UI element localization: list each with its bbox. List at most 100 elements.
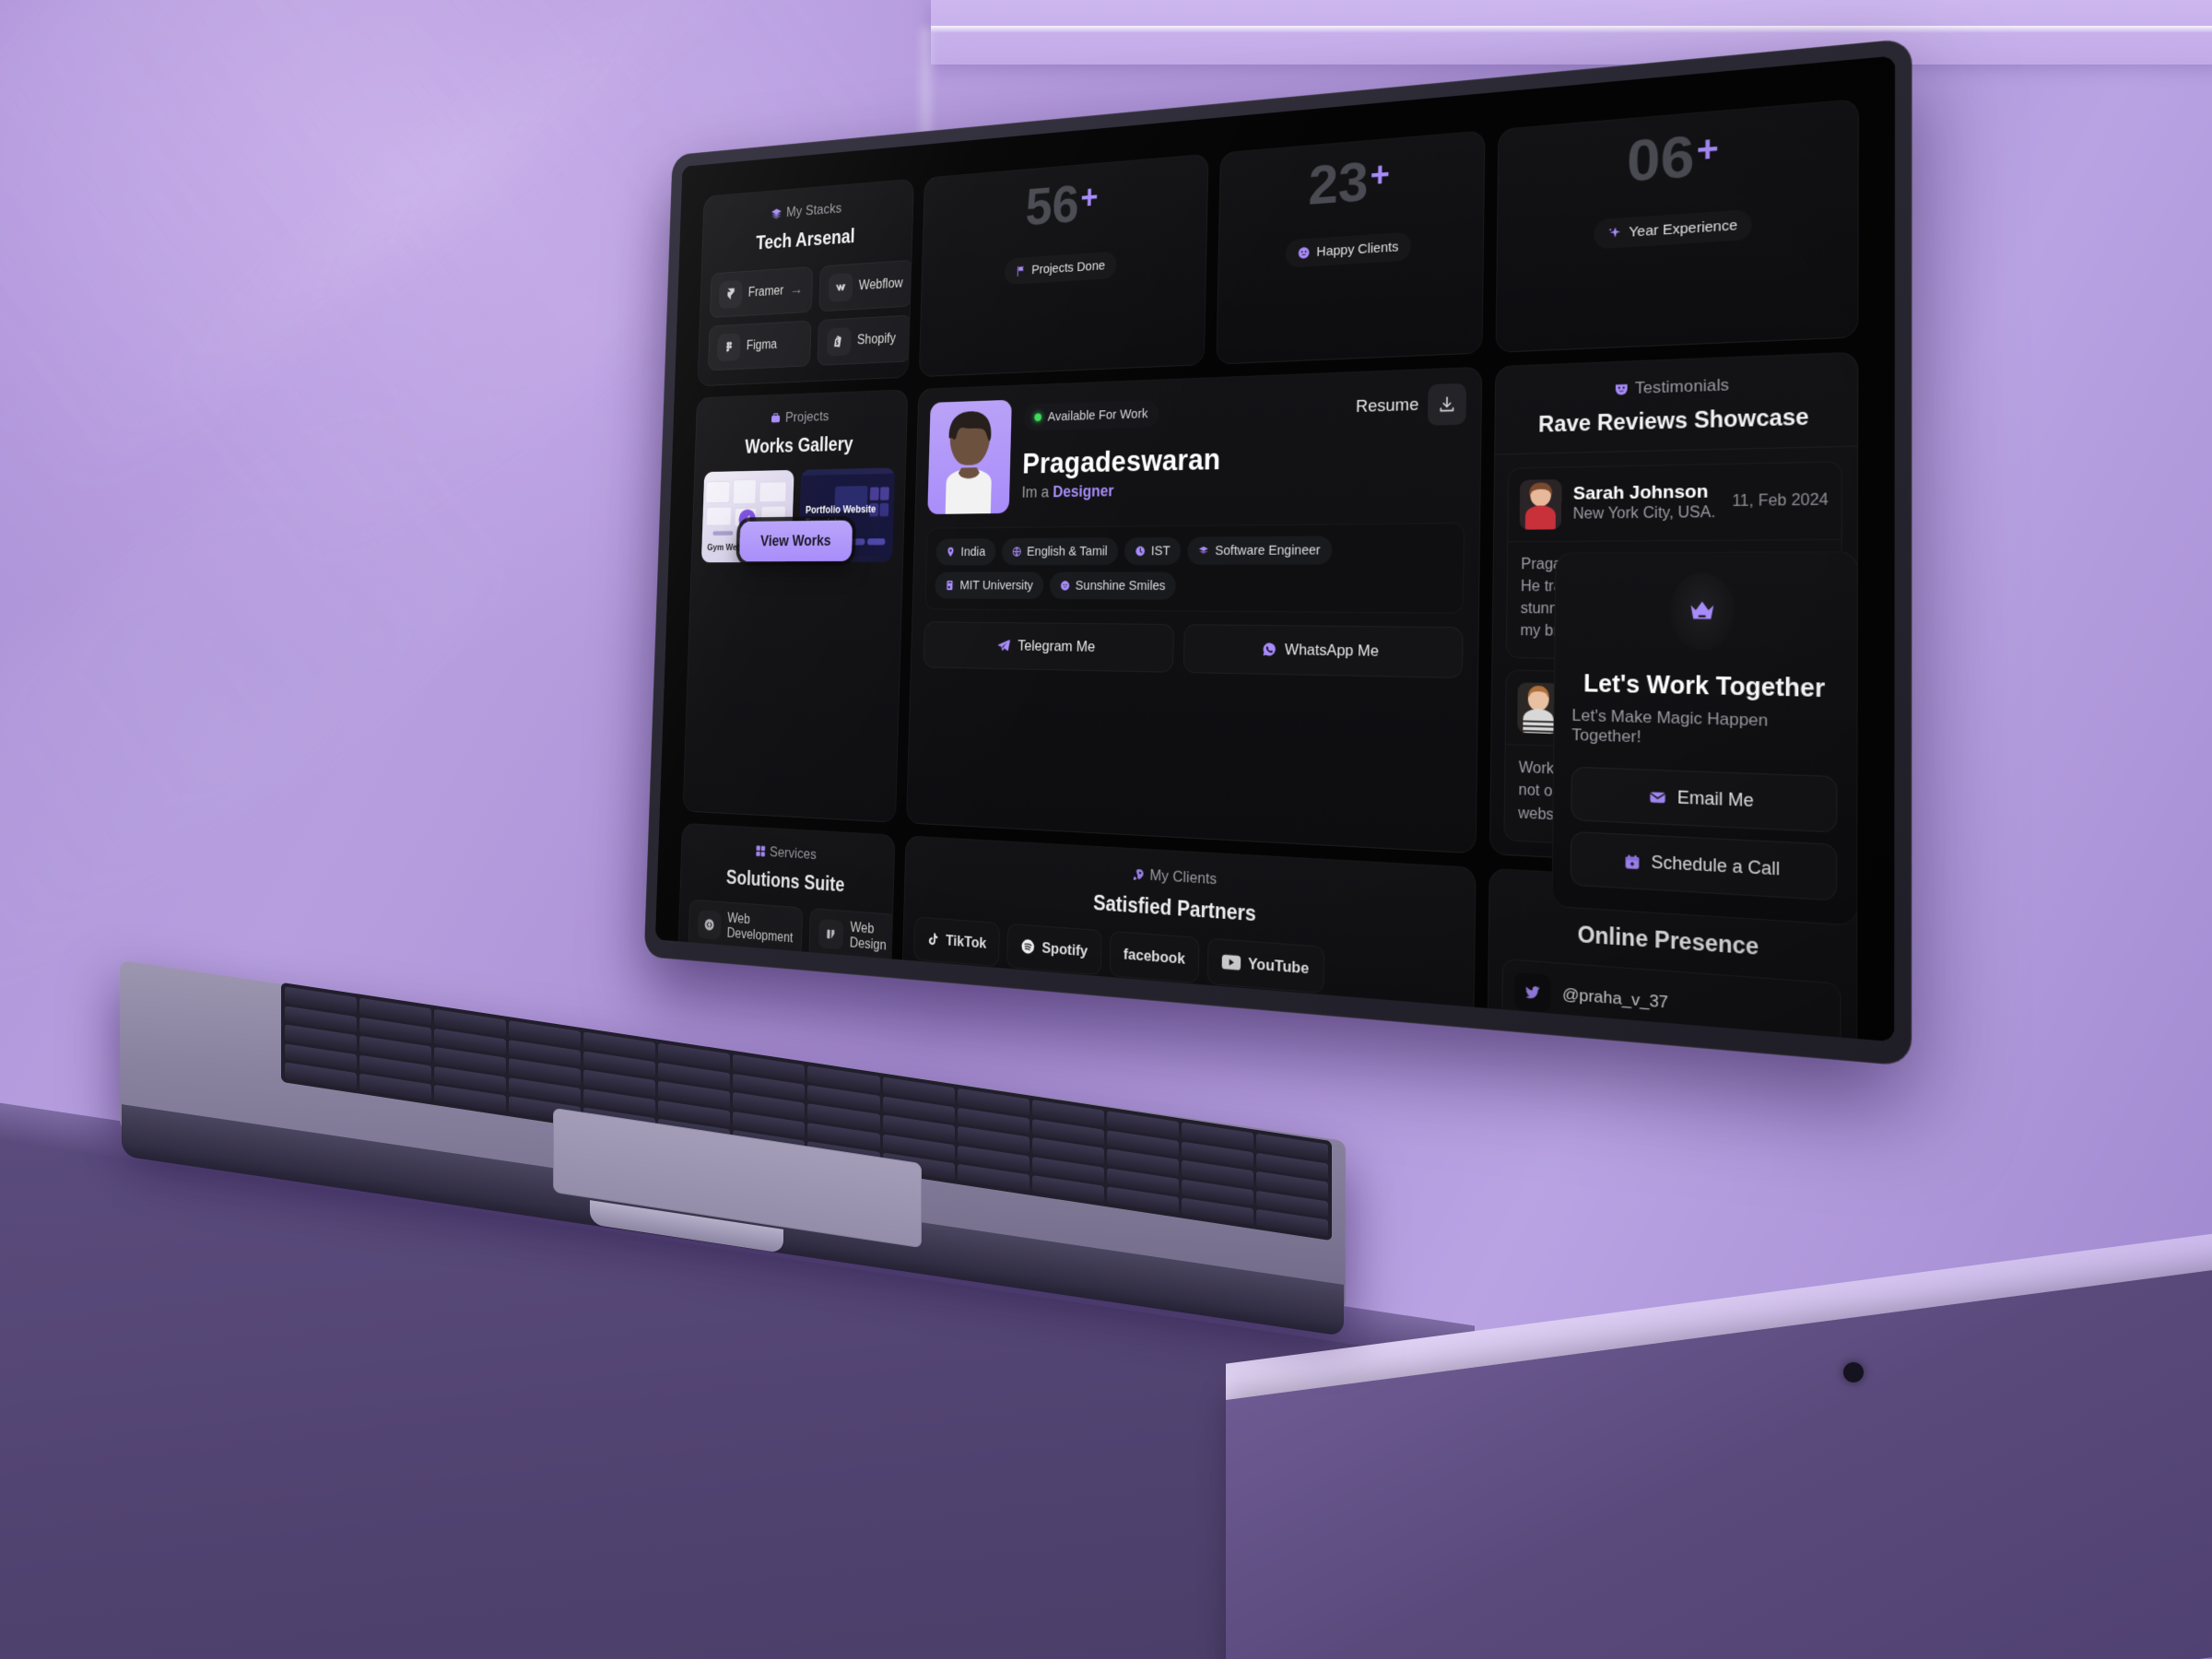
stack-item-webflow[interactable]: Webflow bbox=[818, 259, 913, 312]
twitter-icon bbox=[1513, 972, 1551, 1013]
clients-eyebrow-label: My Clients bbox=[1149, 865, 1218, 888]
profile-tag-india: India bbox=[935, 537, 996, 565]
projects-card: Projects Works Gallery Gym Portfolio Web… bbox=[682, 388, 909, 823]
schedule-call-button[interactable]: Schedule a Call bbox=[1570, 830, 1838, 901]
client-label: TikTok bbox=[945, 931, 987, 952]
profile-contact-buttons: Telegram Me WhatsApp Me bbox=[923, 620, 1464, 678]
profile-tagline: Im a Designer bbox=[1021, 475, 1465, 501]
testimonial-header: Sarah Johnson New York City, USA. 11, Fe… bbox=[1508, 462, 1841, 541]
tagline-prefix: Im a bbox=[1021, 482, 1053, 501]
cta-buttons: Email Me Schedule a Call bbox=[1570, 766, 1838, 901]
screen-bezel: My Stacks Tech Arsenal Framer → Webflow … bbox=[654, 55, 1896, 1042]
portfolio-page: My Stacks Tech Arsenal Framer → Webflow … bbox=[654, 55, 1896, 1042]
stack-item-label: Framer bbox=[747, 283, 784, 300]
social-handle: @praha_v_37 bbox=[1562, 984, 1669, 1013]
profile-tag-university: MIT University bbox=[935, 571, 1044, 599]
stat-year-experience: 06 + Year Experience bbox=[1498, 100, 1858, 270]
service-item-partial-2[interactable]: ent bbox=[766, 962, 842, 1004]
contact-button-label: WhatsApp Me bbox=[1284, 640, 1380, 660]
grid-squares-icon bbox=[755, 845, 766, 858]
view-works-button[interactable]: View Works bbox=[739, 520, 853, 561]
stack-item-figma[interactable]: Figma bbox=[708, 320, 812, 371]
client-instagram[interactable]: Instagram bbox=[1033, 978, 1148, 1034]
cta-subtitle: Let's Make Magic Happen Together! bbox=[1571, 705, 1769, 747]
profile-card: Available For Work Resume Pragadeswaran … bbox=[906, 366, 1483, 854]
blocks-icon bbox=[818, 919, 844, 950]
service-item-web-design[interactable]: Web Design bbox=[808, 908, 896, 965]
briefcase-icon bbox=[770, 411, 781, 425]
testimonials-eyebrow: Testimonials bbox=[1613, 375, 1729, 398]
youtube-icon bbox=[1222, 954, 1241, 971]
client-snapchat[interactable]: Snapchat bbox=[1155, 988, 1271, 1042]
crown-icon bbox=[1669, 572, 1735, 652]
client-label: Discord bbox=[963, 985, 1014, 1007]
client-label: Snapchat bbox=[1190, 1006, 1256, 1030]
sparkle-star-icon bbox=[1607, 226, 1622, 241]
stack-item-shopify[interactable]: Shopify bbox=[817, 314, 912, 366]
globe-icon bbox=[1011, 546, 1021, 557]
resume-group[interactable]: Resume bbox=[1356, 382, 1467, 427]
client-facebook[interactable]: facebook bbox=[1109, 930, 1200, 983]
stat-label-chip: Year Experience bbox=[1594, 209, 1752, 250]
stack-item-label: Figma bbox=[746, 336, 778, 353]
profile-tag-label: IST bbox=[1150, 543, 1171, 559]
download-icon[interactable] bbox=[1427, 382, 1467, 426]
profile-tag-label: Software Engineer bbox=[1215, 542, 1321, 559]
service-item-bolt[interactable] bbox=[848, 969, 881, 1007]
avatar bbox=[1519, 478, 1562, 530]
cta-title: Let's Work Together bbox=[1583, 670, 1826, 703]
flag-icon bbox=[1016, 265, 1027, 277]
stat-label: Projects Done bbox=[1031, 258, 1106, 277]
discord-icon bbox=[942, 986, 958, 1002]
stat-plus: + bbox=[1079, 179, 1099, 218]
testimonials-eyebrow-label: Testimonials bbox=[1634, 374, 1730, 397]
view-all-services-button[interactable]: View All Services bbox=[708, 972, 856, 1029]
avatar bbox=[927, 399, 1012, 514]
stat-value: 56 bbox=[1024, 173, 1080, 238]
stat-number: 23 + bbox=[1308, 150, 1391, 218]
testimonial-location: New York City, USA. bbox=[1572, 504, 1716, 523]
tech-arsenal-eyebrow-label: My Stacks bbox=[785, 200, 842, 220]
testimonials-header: Testimonials Rave Reviews Showcase bbox=[1495, 352, 1857, 453]
stack-item-framer[interactable]: Framer → bbox=[709, 265, 813, 318]
stack-item-label: Webflow bbox=[858, 276, 903, 293]
stat-label-chip: Projects Done bbox=[1004, 251, 1117, 286]
testimonial-name: Sarah Johnson bbox=[1572, 481, 1709, 505]
service-item-partial-1[interactable]: lopment bbox=[686, 955, 760, 996]
whatsapp-button[interactable]: WhatsApp Me bbox=[1182, 623, 1464, 678]
profile-tag-label: MIT University bbox=[959, 577, 1034, 593]
client-youtube[interactable]: YouTube bbox=[1207, 937, 1324, 994]
webflow-icon bbox=[828, 272, 853, 302]
client-discord[interactable]: Discord bbox=[928, 970, 1027, 1023]
stat-label: Year Experience bbox=[1629, 217, 1738, 241]
stack-item-label: Shopify bbox=[856, 331, 897, 347]
availability-label: Available For Work bbox=[1047, 406, 1148, 425]
code-icon bbox=[697, 910, 722, 940]
whatsapp-icon bbox=[1262, 641, 1277, 657]
profile-tag-timezone: IST bbox=[1124, 536, 1182, 565]
stat-label: Happy Clients bbox=[1316, 239, 1399, 260]
testimonials-title: Rave Reviews Showcase bbox=[1538, 403, 1809, 437]
client-tiktok[interactable]: TikTok bbox=[913, 916, 1001, 967]
services-eyebrow: Services bbox=[755, 842, 817, 863]
profile-tag-label: English & Tamil bbox=[1026, 543, 1108, 559]
laptop-lid: My Stacks Tech Arsenal Framer → Webflow … bbox=[643, 38, 1912, 1067]
stat-plus: + bbox=[1696, 128, 1719, 171]
profile-tag-label: India bbox=[960, 544, 986, 559]
book-icon bbox=[945, 580, 955, 591]
smiley-icon bbox=[1298, 246, 1311, 261]
email-me-button[interactable]: Email Me bbox=[1571, 766, 1838, 833]
stat-card-experience: 06 + Year Experience bbox=[1495, 99, 1859, 353]
social-instagram[interactable]: @praha_v_37 bbox=[1500, 1031, 1841, 1042]
availability-badge: Available For Work bbox=[1023, 399, 1160, 431]
status-dot-icon bbox=[1034, 413, 1042, 422]
telegram-button[interactable]: Telegram Me bbox=[923, 620, 1175, 673]
service-item-web-development[interactable]: Web Development bbox=[688, 899, 804, 958]
stat-label-chip: Happy Clients bbox=[1285, 231, 1412, 268]
client-pinterest-partial[interactable]: est bbox=[898, 965, 924, 1013]
projects-header: Projects Works Gallery bbox=[695, 390, 907, 472]
client-dribbble-partial[interactable]: dri bbox=[1278, 999, 1329, 1042]
envelope-icon bbox=[1649, 788, 1667, 806]
client-spotify[interactable]: Spotify bbox=[1006, 923, 1102, 976]
stat-plus: + bbox=[1370, 155, 1391, 196]
